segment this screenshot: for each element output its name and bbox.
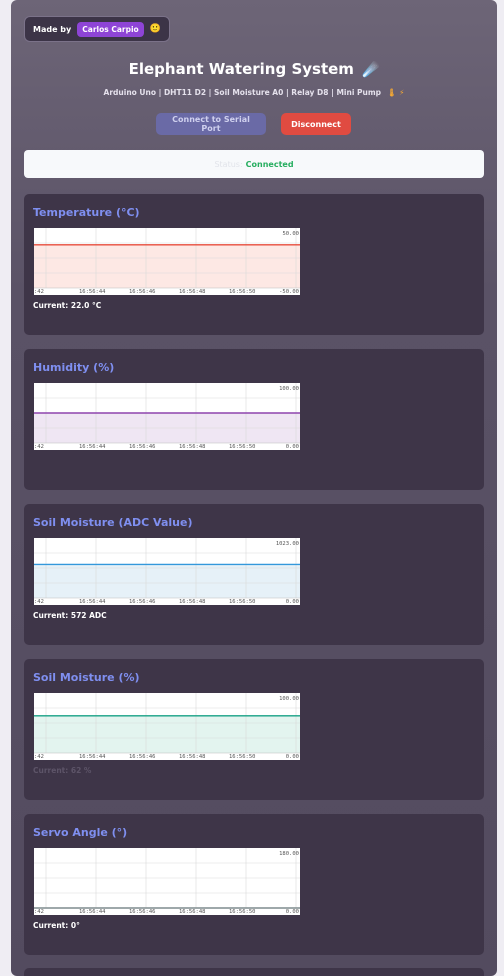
made-by-label: Made by	[33, 24, 72, 34]
x-tick-label: 16:56:50	[229, 289, 256, 295]
app-window: Made by Carlos Carpio 🙂 Elephant Waterin…	[11, 0, 497, 976]
x-tick-label: :42	[34, 599, 44, 605]
x-tick-label: :42	[34, 754, 44, 760]
x-tick-label: 16:56:44	[79, 289, 106, 295]
y-min-label: 0.00	[286, 754, 299, 760]
line-chart: 1023.00 0.00 :42 16:56:44 16:56:46 16:56:48 16…	[34, 538, 300, 605]
page-title-text: Elephant Watering System	[128, 60, 354, 78]
current-value: Current: 22.0 °C	[33, 301, 102, 310]
disconnect-button[interactable]: Disconnect	[281, 113, 351, 135]
line-chart: 50.00 -50.00 :42 16:56:44 16:56:46 16:56:48 16…	[34, 228, 300, 295]
y-max-label: 180.00	[279, 851, 299, 857]
x-tick-label: 16:56:46	[129, 444, 156, 450]
x-tick-label: :42	[34, 909, 44, 915]
current-value: Current: 0°	[33, 921, 80, 930]
x-tick-label: 16:56:50	[229, 599, 256, 605]
connect-button[interactable]: Connect to Serial Port	[156, 113, 266, 135]
current-value: Current: 572 ADC	[33, 611, 107, 620]
x-tick-label: 16:56:48	[179, 599, 206, 605]
x-tick-label: 16:56:50	[229, 444, 256, 450]
area-fill	[34, 715, 300, 753]
page-title: Elephant Watering System ☄️	[11, 60, 497, 78]
area-fill	[34, 244, 300, 288]
chart-card: Soil Moisture (ADC Value) 1023.00 0.00:42 1…	[24, 504, 484, 645]
next-card-partial	[24, 968, 484, 976]
chart-svg: 1023.00 0.00 :42 16:56:44 16:56:46 16:56:48 16…	[34, 538, 300, 605]
author-name: Carlos Carpio	[77, 21, 144, 37]
x-tick-label: 16:56:46	[129, 599, 156, 605]
x-tick-label: 16:56:48	[179, 444, 206, 450]
chart-title: Servo Angle (°)	[33, 826, 128, 839]
current-value: Current: 62 %	[33, 766, 92, 775]
smile-icon: 🙂	[149, 24, 161, 34]
x-tick-label: :42	[34, 444, 44, 450]
x-tick-label: 16:56:48	[179, 289, 206, 295]
chart-svg: 50.00 -50.00 :42 16:56:44 16:56:46 16:56:48 16…	[34, 228, 300, 295]
status-bar: Status: Connected	[24, 150, 484, 178]
y-min-label: 0.00	[286, 444, 299, 450]
x-tick-label: 16:56:44	[79, 444, 106, 450]
chart-svg: 100.00 0.00 :42 16:56:44 16:56:46 16:56:48 16:…	[34, 383, 300, 450]
x-tick-label: 16:56:48	[179, 754, 206, 760]
hardware-subtitle: Arduino Uno | DHT11 D2 | Soil Moisture A…	[11, 88, 497, 97]
x-tick-label: 16:56:50	[229, 754, 256, 760]
chart-svg: 100.00 0.00 :42 16:56:44 16:56:46 16:56:48 16:…	[34, 693, 300, 760]
y-max-label: 50.00	[282, 231, 299, 237]
x-tick-label: 16:56:48	[179, 909, 206, 915]
status-label: Status:	[214, 159, 243, 169]
chart-svg: 180.00 0.00 :42 16:56:44 16:56:46 16:56:48 16:…	[34, 848, 300, 915]
subtitle-text: Arduino Uno | DHT11 D2 | Soil Moisture A…	[103, 88, 382, 97]
x-tick-label: 16:56:46	[129, 909, 156, 915]
y-min-label: 0.00	[286, 909, 299, 915]
line-chart: 100.00 0.00 :42 16:56:44 16:56:46 16:56:48 16:…	[34, 383, 300, 450]
x-tick-label: 16:56:50	[229, 909, 256, 915]
thermometer-bolt-icons: 🌡 ⚡	[387, 88, 405, 97]
x-tick-label: 16:56:44	[79, 599, 106, 605]
y-max-label: 100.00	[279, 696, 299, 702]
x-tick-label: 16:56:44	[79, 754, 106, 760]
x-tick-label: 16:56:44	[79, 909, 106, 915]
y-min-label: -50.00	[279, 289, 299, 295]
chart-card: Servo Angle (°) 180.00 0.00 :42 16:56:44 16:5…	[24, 814, 484, 955]
chart-card: Humidity (%) 100.00 0.00 :42 16:56:44 16:56:4…	[24, 349, 484, 490]
chart-title: Humidity (%)	[33, 361, 115, 374]
x-tick-label: 16:56:46	[129, 754, 156, 760]
chart-title: Soil Moisture (%)	[33, 671, 140, 684]
chart-card: Temperature (°C) 50.00 -50.00 :42 16:56:44 16…	[24, 194, 484, 335]
line-chart: 180.00 0.00 :42 16:56:44 16:56:46 16:56:48 16:…	[34, 848, 300, 915]
chart-title: Soil Moisture (ADC Value)	[33, 516, 193, 529]
x-tick-label: :42	[34, 289, 44, 295]
x-tick-label: 16:56:46	[129, 289, 156, 295]
y-max-label: 1023.00	[276, 541, 299, 547]
comet-icon: ☄️	[361, 62, 380, 78]
y-max-label: 100.00	[279, 386, 299, 392]
made-by-badge: Made by Carlos Carpio 🙂	[24, 16, 170, 42]
chart-card: Soil Moisture (%) 100.00 0.00 :42 16:56:44 16…	[24, 659, 484, 800]
chart-title: Temperature (°C)	[33, 206, 140, 219]
y-min-label: 0.00	[286, 599, 299, 605]
line-chart: 100.00 0.00 :42 16:56:44 16:56:46 16:56:48 16:…	[34, 693, 300, 760]
status-value: Connected	[245, 159, 294, 169]
area-fill	[34, 564, 300, 598]
